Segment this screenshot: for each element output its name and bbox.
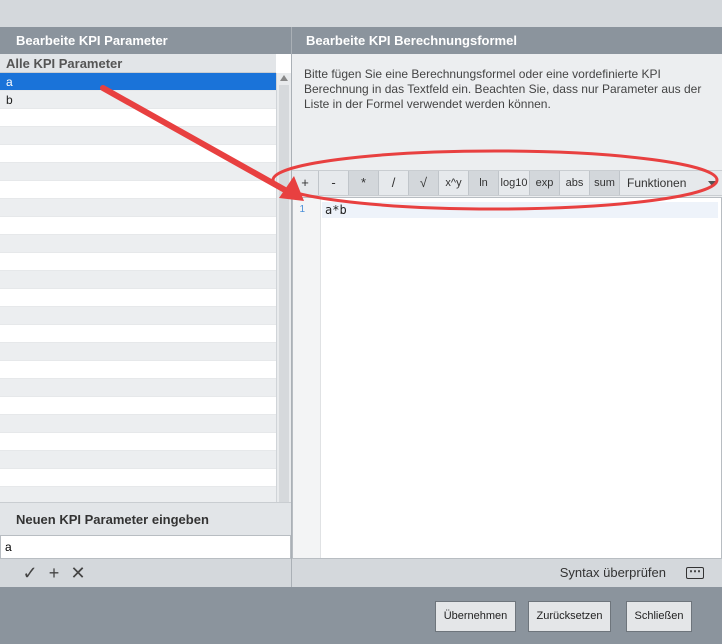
formula-panel-title: Bearbeite KPI Berechnungsformel xyxy=(292,27,722,54)
syntax-check-button[interactable]: Syntax überprüfen xyxy=(560,559,666,587)
empty-row xyxy=(0,415,276,433)
empty-row xyxy=(0,217,276,235)
empty-row xyxy=(0,397,276,415)
empty-row xyxy=(0,379,276,397)
remove-icon[interactable]: ✕ xyxy=(68,563,88,583)
check-icon[interactable]: ✓ xyxy=(20,563,40,583)
formula-panel: Bearbeite KPI Berechnungsformel Bitte fü… xyxy=(292,27,722,587)
abs-button[interactable]: abs xyxy=(560,171,590,195)
log10-button[interactable]: log10 xyxy=(499,171,530,195)
close-button[interactable]: Schließen xyxy=(626,601,692,632)
parameter-list-item[interactable]: a xyxy=(0,73,276,91)
empty-row xyxy=(0,199,276,217)
empty-row xyxy=(0,145,276,163)
empty-row xyxy=(0,469,276,487)
empty-row xyxy=(0,433,276,451)
formula-toolbar: + - * / √ x^y ln log10 exp abs sum Funkt… xyxy=(292,170,722,196)
parameter-list-item[interactable]: b xyxy=(0,91,276,109)
parameter-actions: ✓ + ✕ xyxy=(0,559,291,587)
top-bar xyxy=(0,0,722,27)
empty-row xyxy=(0,109,276,127)
empty-row xyxy=(0,343,276,361)
formula-text[interactable]: a*b xyxy=(322,202,718,218)
reset-button[interactable]: Zurücksetzen xyxy=(528,601,611,632)
empty-row xyxy=(0,271,276,289)
new-parameter-label: Neuen KPI Parameter eingeben xyxy=(0,502,291,535)
multiply-button[interactable]: * xyxy=(349,171,379,195)
empty-row xyxy=(0,307,276,325)
exp-button[interactable]: exp xyxy=(530,171,560,195)
empty-row xyxy=(0,127,276,145)
add-icon[interactable]: + xyxy=(44,563,64,583)
kpi-parameter-panel-title: Bearbeite KPI Parameter xyxy=(0,27,291,54)
dialog-footer: Übernehmen Zurücksetzen Schließen xyxy=(0,587,722,644)
more-options-icon[interactable]: ⋯ xyxy=(686,565,704,579)
parameter-list: a b xyxy=(0,73,276,527)
sum-button[interactable]: sum xyxy=(590,171,620,195)
scroll-up-icon[interactable] xyxy=(280,75,288,81)
line-number: 1 xyxy=(299,204,305,215)
apply-button[interactable]: Übernehmen xyxy=(435,601,516,632)
functions-menu[interactable]: Funktionen xyxy=(620,171,722,195)
scrollbar-thumb[interactable] xyxy=(279,85,289,511)
functions-menu-label: Funktionen xyxy=(627,176,687,190)
line-number-gutter: 1 xyxy=(293,198,321,558)
empty-row xyxy=(0,181,276,199)
formula-editor[interactable]: 1 a*b xyxy=(292,197,722,559)
divide-button[interactable]: / xyxy=(379,171,409,195)
minus-button[interactable]: - xyxy=(319,171,349,195)
formula-actions: Syntax überprüfen ⋯ xyxy=(292,559,722,587)
power-button[interactable]: x^y xyxy=(439,171,469,195)
parameter-list-scrollbar[interactable] xyxy=(276,73,291,527)
empty-row xyxy=(0,163,276,181)
parameter-list-header: Alle KPI Parameter xyxy=(0,54,276,73)
formula-hint-text: Bitte fügen Sie eine Berechnungsformel o… xyxy=(304,67,702,111)
ln-button[interactable]: ln xyxy=(469,171,499,195)
empty-row xyxy=(0,451,276,469)
sqrt-button[interactable]: √ xyxy=(409,171,439,195)
kpi-parameter-panel: Bearbeite KPI Parameter Alle KPI Paramet… xyxy=(0,27,292,587)
new-parameter-input[interactable] xyxy=(0,535,291,559)
empty-row xyxy=(0,361,276,379)
empty-row xyxy=(0,235,276,253)
empty-row xyxy=(0,289,276,307)
chevron-down-icon xyxy=(708,181,716,186)
empty-row xyxy=(0,253,276,271)
empty-row xyxy=(0,325,276,343)
plus-button[interactable]: + xyxy=(292,171,319,195)
